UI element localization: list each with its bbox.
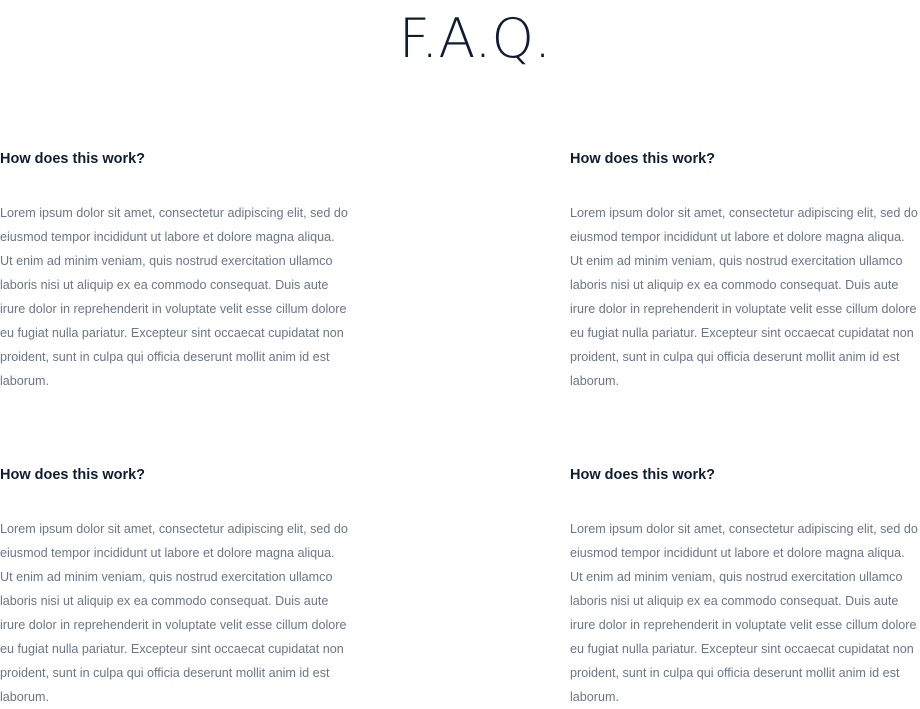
faq-answer: Lorem ipsum dolor sit amet, consectetur … xyxy=(0,522,348,704)
faq-item: How does this work? Lorem ipsum dolor si… xyxy=(0,149,350,393)
faq-answer: Lorem ipsum dolor sit amet, consectetur … xyxy=(0,206,348,388)
faq-question: How does this work? xyxy=(0,467,146,483)
faq-item: How does this work? Lorem ipsum dolor si… xyxy=(570,465,920,709)
page-title: F.A.Q. xyxy=(398,7,552,70)
faq-question: How does this work? xyxy=(0,151,146,167)
faq-question: How does this work? xyxy=(570,151,716,167)
faq-question: How does this work? xyxy=(570,467,716,483)
faq-answer: Lorem ipsum dolor sit amet, consectetur … xyxy=(570,522,918,704)
faq-item: How does this work? Lorem ipsum dolor si… xyxy=(0,465,350,709)
faq-item: How does this work? Lorem ipsum dolor si… xyxy=(570,149,920,393)
faq-answer: Lorem ipsum dolor sit amet, consectetur … xyxy=(570,206,918,388)
